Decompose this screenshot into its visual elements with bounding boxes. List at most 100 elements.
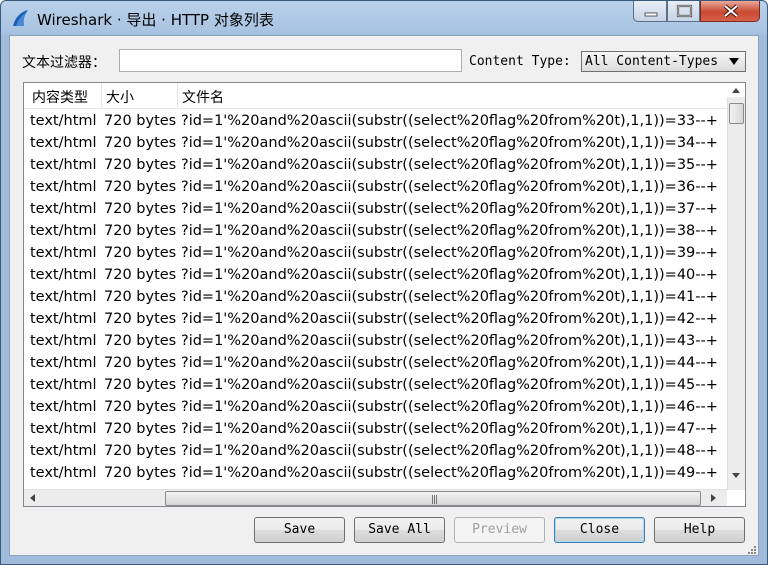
table-row[interactable]: text/html 720 bytes ?id=1'%20and%20ascii(s…	[24, 221, 727, 243]
column-header-filename[interactable]: 文件名	[182, 87, 224, 107]
cell-size: 720 bytes	[104, 465, 177, 481]
table-row[interactable]: text/html 720 bytes ?id=1'%20and%20ascii(s…	[24, 397, 727, 419]
cell-filename: ?id=1'%20and%20ascii(substr((select%20fl…	[181, 223, 718, 239]
table-row[interactable]: text/html 720 bytes ?id=1'%20and%20ascii(s…	[24, 243, 727, 265]
cell-filename: ?id=1'%20and%20ascii(substr((select%20fl…	[181, 333, 718, 349]
cell-content-type: text/html	[30, 443, 97, 459]
cell-filename: ?id=1'%20and%20ascii(substr((select%20fl…	[181, 245, 718, 261]
table-row[interactable]: text/html 720 bytes ?id=1'%20and%20ascii(s…	[24, 111, 727, 133]
minimize-icon	[644, 12, 658, 17]
table-row[interactable]: text/html 720 bytes ?id=1'%20and%20ascii(s…	[24, 353, 727, 375]
cell-content-type: text/html	[30, 465, 97, 481]
vertical-scrollbar[interactable]	[727, 97, 745, 490]
cell-filename: ?id=1'%20and%20ascii(substr((select%20fl…	[181, 201, 718, 217]
table-row[interactable]: text/html 720 bytes ?id=1'%20and%20ascii(s…	[24, 199, 727, 221]
cell-content-type: text/html	[30, 157, 97, 173]
cell-size: 720 bytes	[104, 267, 177, 283]
wireshark-fin-icon	[13, 10, 28, 26]
cell-size: 720 bytes	[104, 443, 177, 459]
table-row[interactable]: text/html 720 bytes ?id=1'%20and%20ascii(s…	[24, 177, 727, 199]
table-row[interactable]: text/html 720 bytes ?id=1'%20and%20ascii(s…	[24, 463, 727, 485]
cell-filename: ?id=1'%20and%20ascii(substr((select%20fl…	[181, 267, 718, 283]
table-row[interactable]: text/html 720 bytes ?id=1'%20and%20ascii(s…	[24, 265, 727, 287]
content-type-select[interactable]: All Content-Types	[581, 51, 746, 72]
save-all-button[interactable]: Save All	[354, 517, 445, 543]
cell-size: 720 bytes	[104, 245, 177, 261]
cell-content-type: text/html	[30, 355, 97, 371]
table-row[interactable]: text/html 720 bytes ?id=1'%20and%20ascii(s…	[24, 309, 727, 331]
cell-filename: ?id=1'%20and%20ascii(substr((select%20fl…	[181, 179, 718, 195]
content-type-label: Content Type:	[469, 54, 571, 69]
table-body: text/html 720 bytes ?id=1'%20and%20ascii(s…	[24, 111, 727, 485]
scroll-up-icon[interactable]	[732, 88, 740, 93]
scroll-down-icon[interactable]	[732, 473, 740, 478]
minimize-button[interactable]	[633, 1, 667, 22]
cell-filename: ?id=1'%20and%20ascii(substr((select%20fl…	[181, 311, 718, 327]
column-divider[interactable]	[177, 83, 178, 107]
cell-content-type: text/html	[30, 377, 97, 393]
scroll-grip-icon: |||	[431, 495, 438, 505]
maximize-icon	[676, 4, 693, 18]
cell-size: 720 bytes	[104, 377, 177, 393]
cell-size: 720 bytes	[104, 311, 177, 327]
cell-content-type: text/html	[30, 267, 97, 283]
cell-content-type: text/html	[30, 179, 97, 195]
dropdown-arrow-icon	[729, 58, 739, 65]
close-button[interactable]: Close	[554, 517, 645, 543]
cell-filename: ?id=1'%20and%20ascii(substr((select%20fl…	[181, 135, 718, 151]
window-title: Wireshark · 导出 · HTTP 对象列表	[37, 11, 274, 29]
cell-size: 720 bytes	[104, 355, 177, 371]
table-row[interactable]: text/html 720 bytes ?id=1'%20and%20ascii(s…	[24, 441, 727, 463]
preview-button[interactable]: Preview	[454, 517, 545, 543]
http-objects-table: 内容类型 大小 文件名 text/html 720 bytes ?id=1'%20a…	[23, 82, 746, 507]
cell-size: 720 bytes	[104, 421, 177, 437]
cell-content-type: text/html	[30, 289, 97, 305]
cell-filename: ?id=1'%20and%20ascii(substr((select%20fl…	[181, 157, 718, 173]
column-header-content-type[interactable]: 内容类型	[32, 87, 88, 107]
cell-content-type: text/html	[30, 245, 97, 261]
cell-size: 720 bytes	[104, 223, 177, 239]
cell-size: 720 bytes	[104, 135, 177, 151]
cell-filename: ?id=1'%20and%20ascii(substr((select%20fl…	[181, 377, 718, 393]
table-row[interactable]: text/html 720 bytes ?id=1'%20and%20ascii(s…	[24, 419, 727, 441]
table-row[interactable]: text/html 720 bytes ?id=1'%20and%20ascii(s…	[24, 331, 727, 353]
cell-size: 720 bytes	[104, 179, 177, 195]
cell-size: 720 bytes	[104, 333, 177, 349]
content-type-selected: All Content-Types	[585, 54, 719, 69]
scroll-left-icon[interactable]	[30, 494, 35, 502]
cell-filename: ?id=1'%20and%20ascii(substr((select%20fl…	[181, 399, 718, 415]
cell-filename: ?id=1'%20and%20ascii(substr((select%20fl…	[181, 421, 718, 437]
cell-size: 720 bytes	[104, 399, 177, 415]
cell-size: 720 bytes	[104, 157, 177, 173]
cell-filename: ?id=1'%20and%20ascii(substr((select%20fl…	[181, 355, 718, 371]
save-button[interactable]: Save	[254, 517, 345, 543]
scroll-right-icon[interactable]	[711, 494, 716, 502]
cell-content-type: text/html	[30, 113, 97, 129]
table-row[interactable]: text/html 720 bytes ?id=1'%20and%20ascii(s…	[24, 133, 727, 155]
size-grip-icon[interactable]	[745, 543, 757, 555]
cell-size: 720 bytes	[104, 289, 177, 305]
table-row[interactable]: text/html 720 bytes ?id=1'%20and%20ascii(s…	[24, 155, 727, 177]
cell-content-type: text/html	[30, 311, 97, 327]
text-filter-input[interactable]	[119, 49, 462, 72]
cell-size: 720 bytes	[104, 113, 177, 129]
column-header-size[interactable]: 大小	[106, 87, 134, 107]
maximize-button[interactable]	[667, 1, 700, 22]
table-row[interactable]: text/html 720 bytes ?id=1'%20and%20ascii(s…	[24, 287, 727, 309]
table-header: 内容类型 大小 文件名	[24, 83, 745, 109]
column-divider[interactable]	[101, 83, 102, 107]
cell-content-type: text/html	[30, 223, 97, 239]
close-icon	[723, 4, 739, 18]
cell-content-type: text/html	[30, 333, 97, 349]
horizontal-scroll-thumb[interactable]: |||	[165, 491, 701, 506]
cell-filename: ?id=1'%20and%20ascii(substr((select%20fl…	[181, 113, 718, 129]
help-button[interactable]: Help	[654, 517, 745, 543]
cell-content-type: text/html	[30, 399, 97, 415]
cell-content-type: text/html	[30, 135, 97, 151]
horizontal-scrollbar[interactable]: |||	[24, 489, 727, 506]
vertical-scroll-thumb[interactable]	[729, 103, 744, 124]
table-row[interactable]: text/html 720 bytes ?id=1'%20and%20ascii(s…	[24, 375, 727, 397]
close-window-button[interactable]	[700, 1, 760, 22]
title-bar[interactable]: Wireshark · 导出 · HTTP 对象列表	[1, 1, 767, 35]
cell-filename: ?id=1'%20and%20ascii(substr((select%20fl…	[181, 289, 718, 305]
